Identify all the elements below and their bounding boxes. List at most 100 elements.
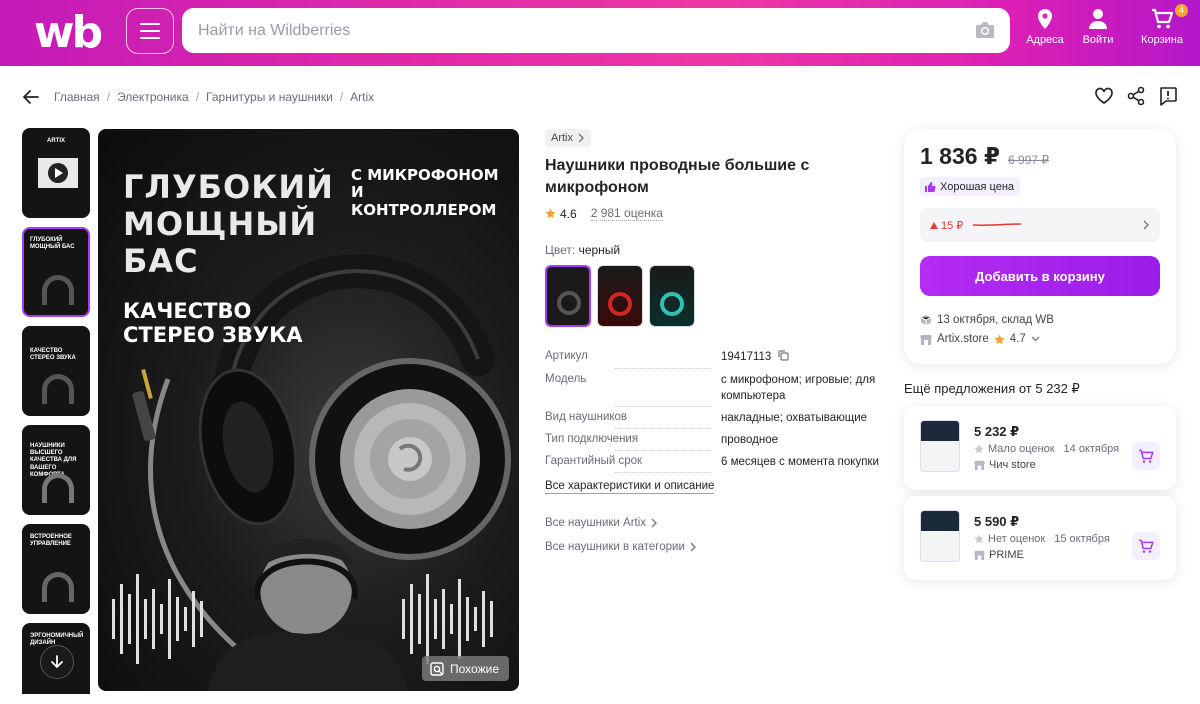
spec-key: Модель: [545, 373, 721, 411]
user-icon: [1089, 9, 1107, 29]
spec-row: Тип подключения проводное: [545, 433, 885, 455]
nav-address-label: Адреса: [1026, 34, 1064, 46]
search-bar: [182, 8, 1010, 53]
menu-button[interactable]: [126, 8, 174, 54]
breadcrumb-home[interactable]: Главная: [54, 90, 100, 104]
swatch-red[interactable]: [597, 265, 643, 327]
price-history-button[interactable]: 15 ₽: [920, 208, 1160, 242]
product-main-image[interactable]: ГЛУБОКИЙ МОЩНЫЙ БАС С МИКРОФОНОМ И КОНТР…: [98, 129, 519, 691]
swatch-black[interactable]: [545, 265, 591, 327]
nav-address[interactable]: Адреса: [1021, 8, 1069, 46]
search-input[interactable]: [198, 21, 958, 40]
swatch-teal[interactable]: [649, 265, 695, 327]
thumbnail-caption: встроенное управление: [30, 534, 72, 548]
price-row: 1 836 ₽ 6 997 ₽: [920, 143, 1049, 170]
share-icon[interactable]: [1126, 86, 1146, 106]
spec-key: Тип подключения: [545, 433, 721, 455]
header: wb Адреса Войти 4 Корзина: [0, 0, 1200, 66]
add-to-cart-button[interactable]: Добавить в корзину: [920, 256, 1160, 296]
seller-name: Artix.store: [937, 333, 989, 345]
thumbnail-video[interactable]: artix: [22, 128, 90, 218]
brand-headphones-link[interactable]: Все наушники Artix: [545, 517, 658, 529]
offer-reviews: Нет оценок 15 октября: [974, 533, 1110, 545]
spec-key: Вид наушников: [545, 411, 721, 433]
hero-tagline: КАЧЕСТВО СТЕРЕО ЗВУКА: [123, 299, 303, 348]
seller-info[interactable]: Artix.store 4.7: [920, 333, 1040, 345]
play-icon: [48, 163, 68, 183]
star-icon: [974, 444, 984, 454]
specs-table: Артикул 19417113 Модель с микрофоном; иг…: [545, 350, 885, 477]
offer-card[interactable]: 5 590 ₽ Нет оценок 15 октября PRIME: [904, 496, 1176, 580]
offer-thumbnail: [920, 510, 960, 562]
triangle-up-icon: [930, 221, 938, 229]
spec-value: 6 месяцев с момента покупки: [721, 456, 879, 468]
offer-reviews: Мало оценок 14 октября: [974, 443, 1119, 455]
spec-row: Артикул 19417113: [545, 350, 885, 373]
scroll-down-button[interactable]: [40, 645, 74, 679]
brand-name: Artix: [551, 132, 573, 144]
cart-icon: [1152, 8, 1173, 29]
seller-rating: 4.7: [1009, 333, 1026, 345]
product-title: Наушники проводные большие с микрофоном: [545, 157, 810, 196]
cart-icon: [1139, 449, 1154, 463]
spec-row: Гарантийный срок 6 месяцев с момента пок…: [545, 455, 885, 477]
shop-icon: [974, 460, 985, 470]
old-price: 6 997 ₽: [1007, 153, 1049, 167]
color-swatches: [545, 265, 695, 327]
spec-value: 19417113: [721, 350, 881, 373]
rating-value: 4.6: [560, 206, 577, 221]
spec-value: накладные; охватывающие: [721, 412, 868, 424]
offer-add-to-cart-button[interactable]: [1132, 532, 1160, 560]
back-arrow-icon[interactable]: [22, 88, 40, 106]
category-headphones-link[interactable]: Все наушники в категории: [545, 541, 697, 553]
chevron-right-icon: [578, 133, 584, 143]
offer-date: 15 октября: [1054, 533, 1110, 545]
current-price: 1 836 ₽: [920, 143, 1000, 169]
offer-card[interactable]: 5 232 ₽ Мало оценок 14 октября Чич store: [904, 406, 1176, 490]
shop-icon: [920, 334, 932, 345]
delivery-info: 13 октября, склад WB: [920, 314, 1054, 326]
thumbnail-caption: качество стерео звука: [30, 348, 76, 362]
nav-login[interactable]: Войти: [1074, 8, 1122, 46]
nav-login-label: Войти: [1082, 34, 1114, 46]
heart-icon[interactable]: [1094, 86, 1114, 106]
brand-link[interactable]: Artix: [545, 129, 591, 147]
reviews-count[interactable]: 2 981 оценка: [590, 206, 663, 221]
more-offers-title: Ещё предложения от 5 232 ₽: [904, 381, 1080, 396]
spec-value: проводное: [721, 434, 778, 446]
thumbnail-image[interactable]: наушники высшего качества для вашего ком…: [22, 425, 90, 515]
chevron-right-icon: [651, 518, 658, 528]
star-icon: [994, 333, 1005, 344]
wb-logo[interactable]: wb: [24, 10, 110, 56]
hero-subheadline: С МИКРОФОНОМ И КОНТРОЛЛЕРОМ: [351, 166, 499, 219]
price-sparkline: [973, 223, 1022, 227]
breadcrumb-brand[interactable]: Artix: [350, 90, 374, 104]
product-rating[interactable]: 4.6 2 981 оценка: [545, 206, 663, 221]
camera-icon[interactable]: [974, 20, 996, 40]
offer-price: 5 232 ₽: [974, 424, 1020, 439]
star-icon: [545, 208, 556, 219]
thumbnail-caption: глубокий мощный бас: [30, 237, 75, 251]
thumbnail-image[interactable]: глубокий мощный бас: [22, 227, 90, 317]
offer-price: 5 590 ₽: [974, 514, 1020, 529]
color-label: Цвет: черный: [545, 243, 621, 257]
chevron-right-icon: [690, 542, 696, 552]
cart-count-badge: 4: [1175, 4, 1188, 17]
search-similar-icon: [430, 661, 444, 676]
shop-icon: [974, 550, 985, 560]
breadcrumb-electronics[interactable]: Электроника: [117, 90, 189, 104]
offer-add-to-cart-button[interactable]: [1132, 442, 1160, 470]
nav-cart[interactable]: 4 Корзина: [1130, 4, 1194, 46]
thumbnail-image[interactable]: качество стерео звука: [22, 326, 90, 416]
similar-button[interactable]: Похожие: [422, 656, 509, 681]
product-actions: [1094, 86, 1178, 106]
breadcrumb: Главная / Электроника / Гарнитуры и наушни…: [22, 87, 374, 107]
chevron-down-icon: [1031, 336, 1040, 342]
report-icon[interactable]: [1158, 86, 1178, 106]
copy-icon[interactable]: [777, 350, 789, 361]
breadcrumb-headsets[interactable]: Гарнитуры и наушники: [206, 90, 333, 104]
good-price-badge[interactable]: Хорошая цена: [920, 177, 1021, 196]
all-specs-link[interactable]: Все характеристики и описание: [545, 480, 715, 494]
similar-label: Похожие: [450, 661, 499, 676]
thumbnail-image[interactable]: встроенное управление: [22, 524, 90, 614]
